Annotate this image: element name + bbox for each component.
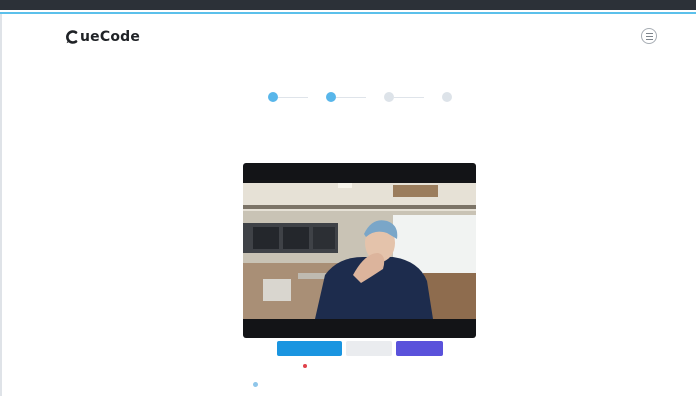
hamburger-menu-button[interactable] bbox=[641, 28, 657, 44]
step-4 bbox=[432, 92, 462, 107]
menu-bar bbox=[645, 38, 653, 40]
menu-bar bbox=[645, 35, 653, 37]
secondary-action-button[interactable] bbox=[346, 341, 392, 356]
left-edge-border bbox=[0, 14, 2, 396]
step-dot-inactive bbox=[384, 92, 394, 102]
step-3 bbox=[374, 92, 404, 107]
step-dot-active bbox=[326, 92, 336, 102]
logo-text: ueCode bbox=[80, 29, 141, 45]
step-dot-inactive bbox=[442, 92, 452, 102]
step-dot-active bbox=[268, 92, 278, 102]
next-button[interactable] bbox=[396, 341, 443, 356]
primary-action-button[interactable] bbox=[277, 341, 342, 356]
top-bar bbox=[0, 0, 696, 10]
step-1 bbox=[258, 92, 288, 107]
menu-bar bbox=[645, 32, 653, 34]
camera-feed-image bbox=[243, 183, 476, 319]
progress-stepper bbox=[258, 92, 458, 120]
warning-icon bbox=[303, 364, 307, 368]
video-preview bbox=[243, 163, 476, 338]
c-logo-icon bbox=[66, 30, 78, 44]
cuecode-logo[interactable]: ueCode bbox=[66, 29, 140, 45]
step-2 bbox=[316, 92, 346, 107]
warning-message bbox=[303, 364, 310, 368]
floating-dot-indicator bbox=[253, 382, 258, 387]
top-accent-line bbox=[0, 12, 696, 14]
